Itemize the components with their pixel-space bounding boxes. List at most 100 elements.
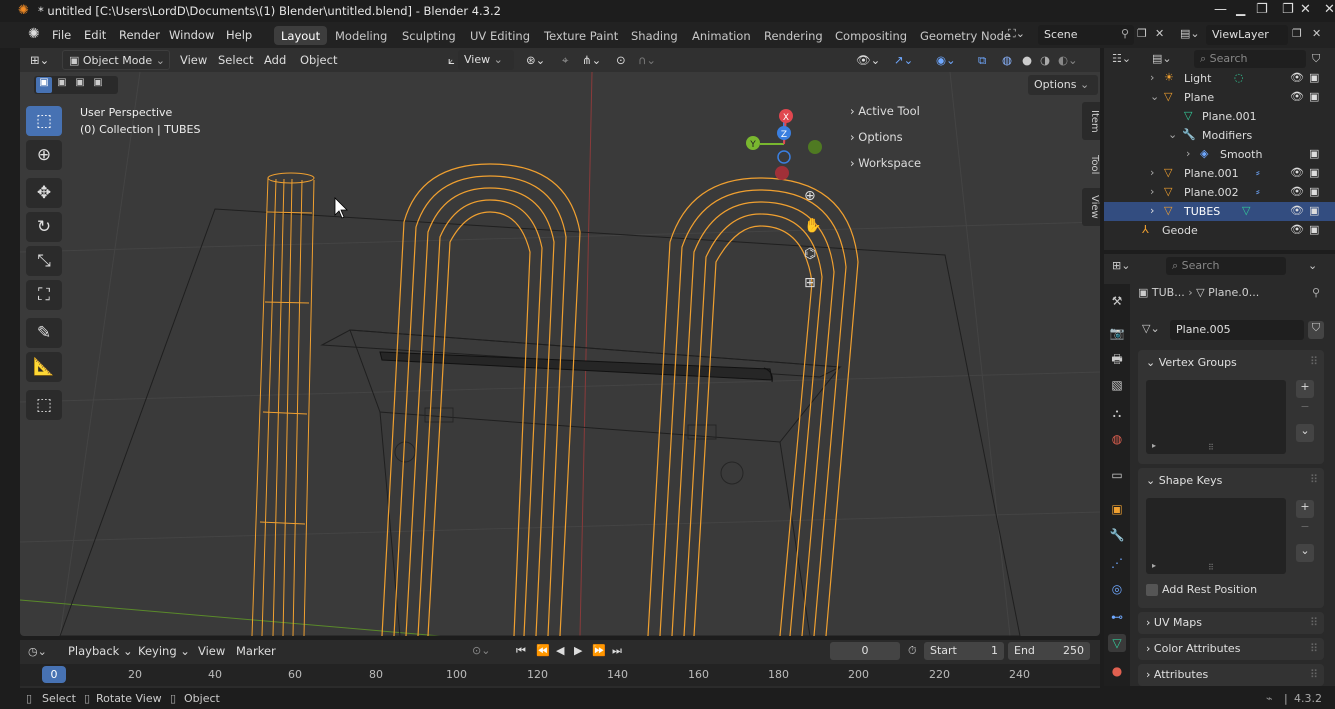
display-mode-icon[interactable]: ▤⌄	[1152, 52, 1172, 65]
npanel-tab-view[interactable]: View	[1082, 188, 1100, 226]
vertex-groups-header[interactable]: ⌄ Vertex Groups	[1146, 356, 1237, 369]
minimize-editor-icon[interactable]: ▁	[1236, 2, 1245, 16]
pivot-point-icon[interactable]: ⊛⌄	[520, 51, 551, 69]
mesh-browse-icon[interactable]: ▽⌄	[1142, 322, 1160, 335]
menu-playback[interactable]: Playback ⌄	[62, 642, 139, 660]
select-new-icon[interactable]: ▣	[36, 77, 52, 93]
chevron-right-icon[interactable]: ›	[1186, 147, 1190, 160]
menu-add[interactable]: Add	[258, 51, 292, 69]
gizmo-icon[interactable]: ↗⌄	[888, 51, 919, 69]
tool-rotate[interactable]: ↻	[26, 212, 62, 242]
resize-grip-icon[interactable]: ⠿	[1208, 443, 1214, 452]
auto-keying-icon[interactable]: ⊙⌄	[472, 644, 490, 657]
menu-help[interactable]: Help	[226, 28, 252, 42]
add-shape-key-button[interactable]: +	[1296, 500, 1314, 518]
tool-scale[interactable]: ⤡	[26, 246, 62, 276]
minimize-icon[interactable]: —	[1214, 2, 1227, 17]
tube-straight[interactable]	[251, 172, 315, 636]
close-icon[interactable]: ✕	[1300, 2, 1311, 17]
falloff-icon[interactable]: ∩⌄	[632, 51, 662, 69]
mesh-data-tab-icon[interactable]: ▽	[1108, 634, 1126, 652]
restore-icon[interactable]: ❐	[1256, 2, 1268, 17]
stopwatch-icon[interactable]: ⏱	[908, 644, 917, 658]
outliner-editor-icon[interactable]: ☷⌄	[1112, 52, 1131, 65]
pin-icon[interactable]: ⚲	[1312, 286, 1320, 299]
chevron-down-icon[interactable]: ⌄	[1150, 90, 1159, 103]
outliner-row-plane-001[interactable]: › ▽ Plane.001 ⸗ 👁 ▣	[1104, 164, 1335, 183]
shape-keys-list[interactable]: ▸ ⠿	[1146, 498, 1286, 574]
menu-edit[interactable]: Edit	[84, 28, 106, 42]
vertex-groups-list[interactable]: ▸ ⠿	[1146, 380, 1286, 454]
output-tab-icon[interactable]: 🖶	[1108, 350, 1126, 368]
add-rest-position-checkbox[interactable]	[1146, 584, 1158, 596]
pin-icon[interactable]: ⚲	[1121, 27, 1129, 40]
outliner-search-input[interactable]: ⌕ Search	[1194, 50, 1306, 68]
chevron-right-icon[interactable]: ›	[1150, 71, 1154, 84]
tab-sculpting[interactable]: Sculpting	[395, 26, 463, 45]
particles-tab-icon[interactable]: ⋰	[1108, 554, 1126, 572]
view-layer-icon[interactable]: ▤⌄	[1180, 27, 1200, 40]
view-layer-selector[interactable]: ViewLayer	[1206, 25, 1288, 45]
properties-editor-icon[interactable]: ⊞⌄	[1112, 259, 1130, 272]
menu-view[interactable]: View	[174, 51, 213, 69]
chevron-right-icon[interactable]: ▸	[1152, 441, 1156, 450]
proportional-edit-icon[interactable]: ⊙	[610, 51, 632, 69]
eye-icon[interactable]: 👁	[1290, 71, 1304, 84]
3d-viewport[interactable]: X Y Z ▣ ▣ ▣ ▣ Options ⌄ User Perspective…	[20, 72, 1100, 636]
render-tab-icon[interactable]: 📷	[1108, 324, 1126, 342]
vertex-group-specials-button[interactable]: ⌄	[1296, 424, 1314, 442]
chevron-down-icon[interactable]: ⌄	[1168, 128, 1177, 141]
npanel-options[interactable]: › Options	[850, 130, 903, 144]
select-subtract-icon[interactable]: ▣	[72, 77, 88, 93]
remove-scene-icon[interactable]: ✕	[1155, 27, 1164, 40]
material-tab-icon[interactable]: ●	[1108, 662, 1126, 680]
fake-user-shield-icon[interactable]: ⛉	[1308, 321, 1324, 339]
attributes-panel[interactable]: › Attributes ⠿	[1138, 664, 1324, 686]
jump-prev-keyframe-icon[interactable]: ⏪	[536, 644, 550, 657]
drag-handle-icon[interactable]: ⠿	[1310, 473, 1318, 486]
camera-render-icon[interactable]: ▣	[1309, 185, 1319, 198]
outliner-row-plane[interactable]: ⌄ ▽ Plane 👁 ▣	[1104, 88, 1335, 107]
remove-view-layer-icon[interactable]: ✕	[1312, 27, 1321, 40]
outliner-row-tubes[interactable]: › ▽ TUBES ▽ 👁 ▣	[1104, 202, 1335, 221]
menu-select[interactable]: Select	[212, 51, 259, 69]
overlays-icon[interactable]: ◉⌄	[930, 51, 962, 69]
remove-vertex-group-button[interactable]: −	[1296, 400, 1314, 418]
scene-icon[interactable]: ⛶⌄	[1008, 27, 1025, 41]
zoom-icon[interactable]: ⊕	[804, 188, 816, 204]
modifiers-tab-icon[interactable]: 🔧	[1108, 526, 1126, 544]
select-invert-icon[interactable]: ▣	[90, 77, 106, 93]
jump-start-icon[interactable]: ⏮	[516, 644, 526, 658]
npanel-tab-tool[interactable]: Tool	[1082, 146, 1100, 184]
npanel-active-tool[interactable]: › Active Tool	[850, 104, 920, 118]
eye-icon[interactable]: 👁	[1290, 223, 1304, 236]
play-icon[interactable]: ▶	[574, 644, 582, 657]
outliner-row-modifiers[interactable]: ⌄ 🔧 Modifiers	[1104, 126, 1335, 145]
jump-next-keyframe-icon[interactable]: ⏩	[592, 644, 606, 657]
shape-keys-header[interactable]: ⌄ Shape Keys	[1146, 474, 1222, 487]
constraints-tab-icon[interactable]: ⊷	[1108, 608, 1126, 626]
filter-icon[interactable]: ⛉	[1312, 52, 1320, 66]
eye-icon[interactable]: 👁	[1290, 166, 1304, 179]
tube-u-left[interactable]	[381, 163, 581, 636]
drag-handle-icon[interactable]: ⠿	[1310, 355, 1318, 368]
resize-grip-icon[interactable]: ⠿	[1208, 563, 1214, 572]
current-frame-field[interactable]: 0	[830, 642, 900, 660]
eye-icon[interactable]: 👁	[1290, 204, 1304, 217]
handle-bar-object[interactable]	[379, 351, 773, 383]
npanel-workspace[interactable]: › Workspace	[850, 156, 921, 170]
gizmo-neg-x-axis[interactable]	[775, 166, 789, 180]
add-vertex-group-button[interactable]: +	[1296, 380, 1314, 398]
drag-handle-icon[interactable]: ⠿	[1310, 642, 1318, 655]
collection-tab-icon[interactable]: ▭	[1108, 466, 1126, 484]
tool-settings-tab-icon[interactable]: ⚒	[1108, 292, 1126, 310]
pan-hand-icon[interactable]: ✋	[804, 218, 821, 234]
scene-selector[interactable]: Scene ⚲	[1038, 25, 1134, 45]
navigation-gizmo[interactable]: X Y Z	[746, 109, 822, 180]
options-dropdown[interactable]: Options ⌄	[1028, 75, 1098, 95]
snap-icon[interactable]: ⌖	[556, 51, 574, 69]
world-tab-icon[interactable]: ◍	[1108, 430, 1126, 448]
jump-end-icon[interactable]: ⏭	[612, 644, 622, 658]
transform-orientation-selector[interactable]: View ⌄	[458, 50, 514, 70]
menu-object[interactable]: Object	[294, 51, 343, 69]
